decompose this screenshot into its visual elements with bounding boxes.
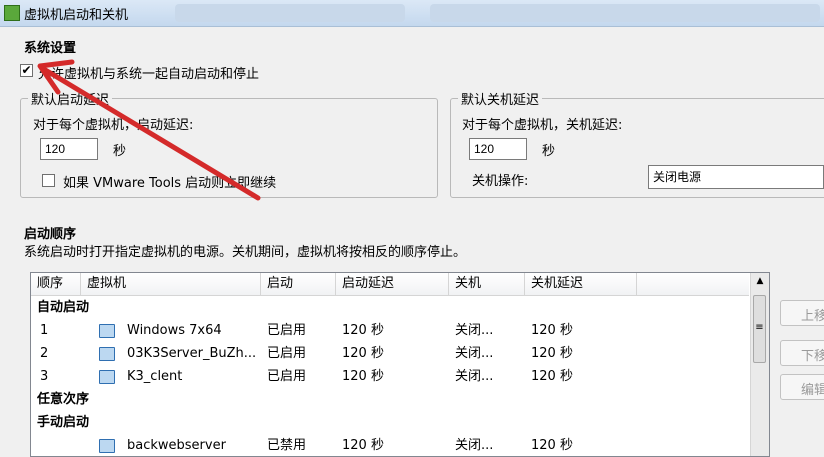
annotation-arrow-icon bbox=[37, 59, 261, 201]
